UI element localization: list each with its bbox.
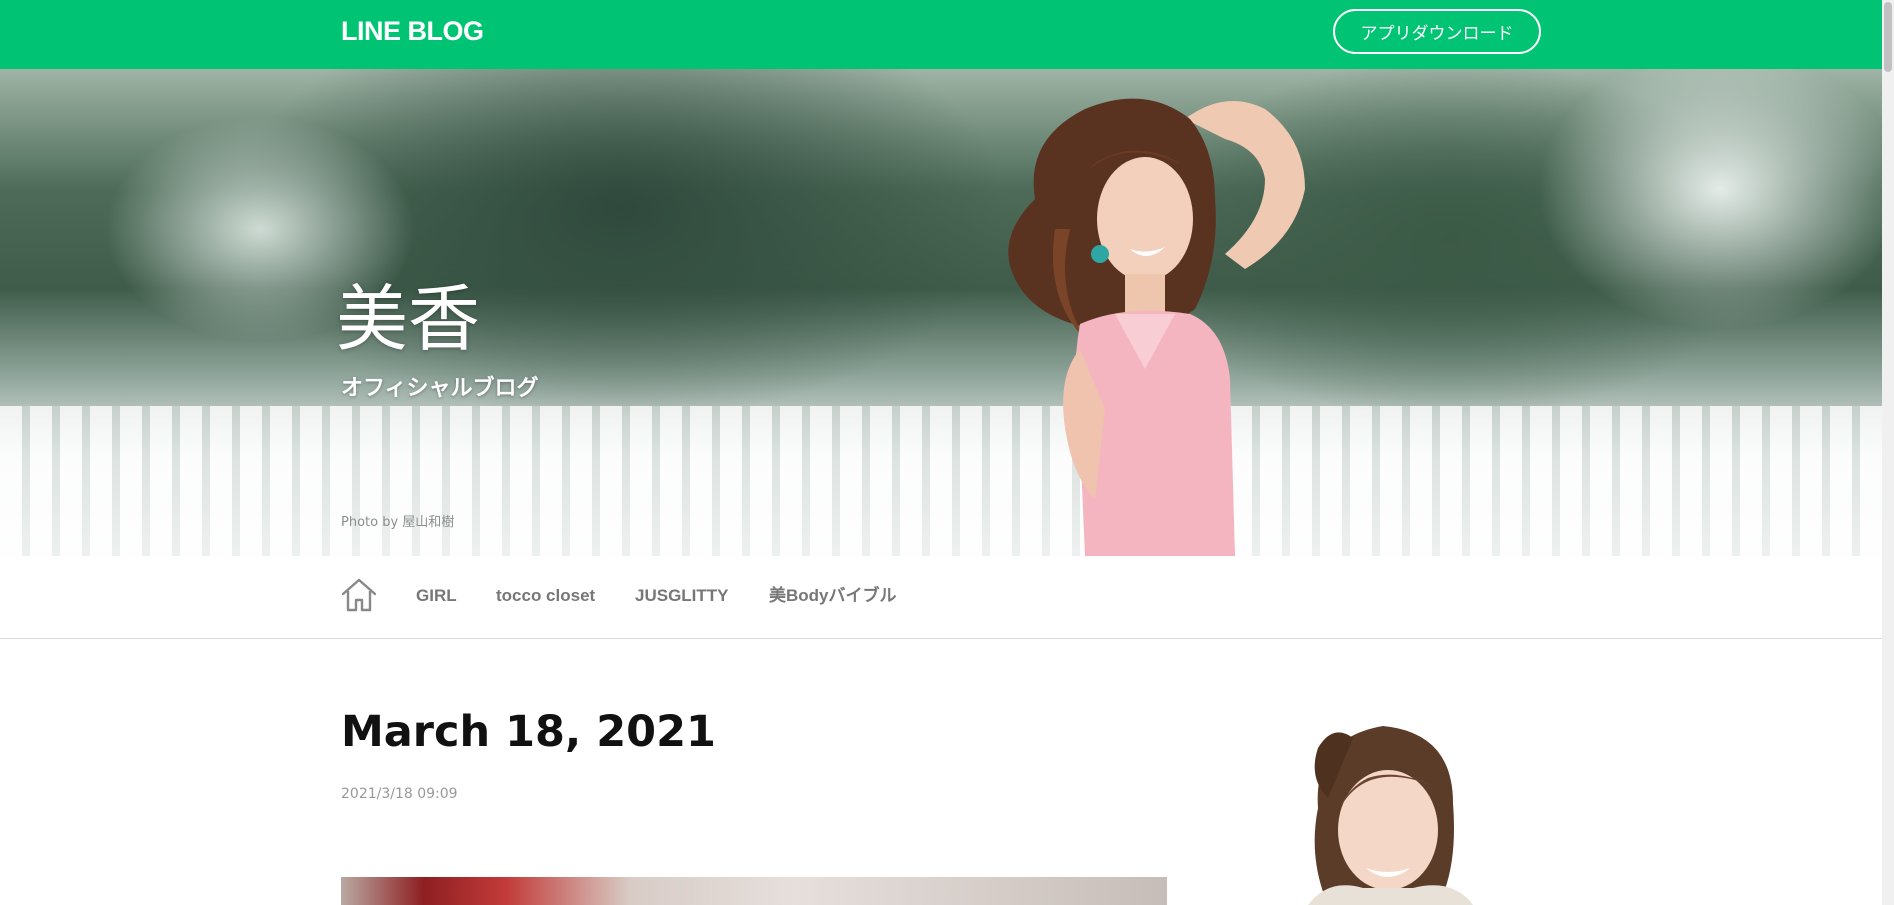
nav-item-girl[interactable]: GIRL <box>416 586 457 606</box>
blog-subtitle: オフィシャルブログ <box>341 376 539 401</box>
category-nav: GIRL tocco closet JUSGLITTY 美Bodyバイブル <box>0 556 1894 639</box>
hero-portrait-image <box>1008 98 1305 556</box>
top-bar: LINE BLOG アプリダウンロード <box>0 0 1894 69</box>
nav-item-bi-body-bible[interactable]: 美Bodyバイブル <box>769 586 897 606</box>
post-image[interactable] <box>341 877 1167 905</box>
post-title[interactable]: March 18, 2021 <box>341 706 716 758</box>
app-download-button[interactable]: アプリダウンロード <box>1333 9 1541 54</box>
post-datetime: 2021/3/18 09:09 <box>341 786 458 802</box>
line-blog-logo[interactable]: LINE BLOG <box>341 16 484 46</box>
hero-banner: 美香 オフィシャルブログ Photo by 屋山和樹 <box>0 69 1894 556</box>
home-icon[interactable] <box>340 576 378 614</box>
fence-fade <box>0 406 1894 556</box>
photo-credit: Photo by 屋山和樹 <box>341 515 455 530</box>
blog-title: 美香 <box>336 277 481 361</box>
profile-image[interactable] <box>1248 718 1518 905</box>
page-scrollbar[interactable] <box>1882 0 1894 905</box>
nav-item-jusglitty[interactable]: JUSGLITTY <box>635 586 729 606</box>
nav-item-tocco-closet[interactable]: tocco closet <box>496 586 595 606</box>
scrollbar-thumb[interactable] <box>1884 2 1892 72</box>
